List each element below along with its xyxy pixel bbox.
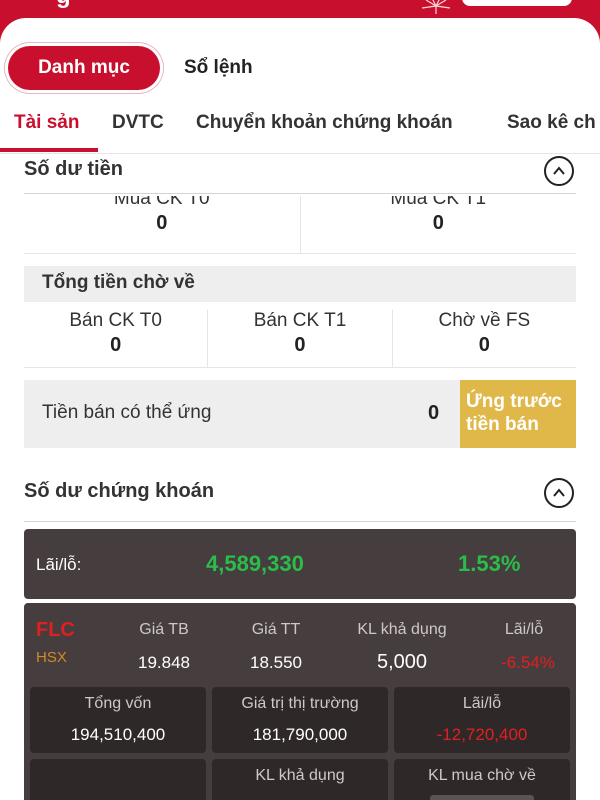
sell-t1-cell: Bán CK T1 0 bbox=[207, 310, 391, 367]
advance-label: Tiền bán có thể ứng bbox=[42, 402, 212, 423]
sell-t0-cell: Bán CK T0 0 bbox=[24, 310, 207, 367]
box-label: Lãi/lỗ bbox=[462, 695, 502, 712]
pl-percent: 1.53% bbox=[458, 551, 521, 576]
securities-balance-header[interactable]: Số dư chứng khoán bbox=[24, 474, 576, 522]
profit-loss-summary: Lãi/lỗ: 4,589,330 1.53% bbox=[24, 529, 576, 599]
box-value: 181,790,000 bbox=[252, 725, 348, 744]
advance-value: 0 bbox=[428, 402, 440, 424]
available-qty-value: 5,000 bbox=[376, 651, 428, 673]
firework-icon bbox=[421, 0, 451, 14]
stock-symbol: FLC bbox=[36, 619, 75, 641]
header-pill[interactable] bbox=[462, 0, 572, 6]
chevron-up-icon[interactable] bbox=[544, 156, 574, 186]
box-label: Giá trị thị trường bbox=[241, 695, 359, 712]
col-header-avg-price: Giá TB bbox=[139, 621, 189, 638]
subtab-tai-san[interactable]: Tài sản bbox=[14, 112, 79, 134]
box-label: KL khả dụng bbox=[255, 767, 345, 784]
header-title: g bbox=[56, 0, 71, 10]
box-value: 194,510,400 bbox=[70, 725, 166, 744]
tab-so-lenh[interactable]: Sổ lệnh bbox=[184, 57, 253, 79]
holding-card[interactable]: FLC HSX Giá TB Giá TT KL khả dụng Lãi/lỗ… bbox=[24, 603, 576, 800]
advance-row: Tiền bán có thể ứng 0 Ứng trước tiền bán bbox=[24, 380, 576, 448]
cell-label: Mua CK T1 bbox=[390, 196, 487, 209]
market-value-box: Giá trị thị trường 181,790,000 bbox=[212, 687, 388, 753]
subtab-chuyen-khoan[interactable]: Chuyển khoản chứng khoán bbox=[196, 112, 453, 134]
box-value: -12,720,400 bbox=[436, 725, 528, 744]
avg-price-value: 19.848 bbox=[138, 653, 190, 672]
col-header-market-price: Giá TT bbox=[251, 621, 301, 638]
stock-exchange: HSX bbox=[36, 649, 67, 666]
pending-buy-chip bbox=[430, 795, 534, 800]
profit-loss-value: -6.54% bbox=[501, 653, 555, 672]
subtab-sao-ke[interactable]: Sao kê ch bbox=[507, 112, 596, 134]
cell-label: Bán CK T0 bbox=[69, 310, 162, 331]
buy-t1-cell: Mua CK T1 0 bbox=[299, 196, 577, 253]
cash-balance-header[interactable]: Số dư tiền bbox=[24, 152, 576, 194]
cell-value: 0 bbox=[110, 334, 122, 356]
cell-value: 0 bbox=[156, 212, 168, 234]
advance-button-line2: tiền bán bbox=[466, 414, 539, 435]
cell-value: 0 bbox=[478, 334, 490, 356]
col-header-profit-loss: Lãi/lỗ bbox=[504, 621, 544, 638]
order-tab-bar: Danh mục Sổ lệnh bbox=[8, 46, 253, 90]
advance-button-line1: Ứng trước bbox=[466, 391, 562, 412]
empty-box bbox=[30, 759, 206, 800]
pl-label: Lãi/lỗ: bbox=[36, 555, 82, 574]
market-price-value: 18.550 bbox=[250, 653, 302, 672]
chevron-up-icon[interactable] bbox=[544, 478, 574, 508]
section-title: Số dư tiền bbox=[24, 158, 123, 180]
buy-pending-grid: Mua CK T0 0 Mua CK T1 0 bbox=[24, 196, 576, 254]
cell-value: 0 bbox=[294, 334, 306, 356]
tab-danh-muc[interactable]: Danh mục bbox=[8, 46, 160, 90]
pending-cash-title: Tổng tiền chờ về bbox=[24, 266, 576, 302]
section-title: Số dư chứng khoán bbox=[24, 480, 215, 502]
box-label: Tổng vốn bbox=[84, 695, 152, 712]
total-capital-box: Tổng vốn 194,510,400 bbox=[30, 687, 206, 753]
available-qty-box: KL khả dụng bbox=[212, 759, 388, 800]
pl-amount: 4,589,330 bbox=[206, 551, 304, 576]
box-label: KL mua chờ về bbox=[428, 767, 536, 784]
buy-t0-cell: Mua CK T0 0 bbox=[24, 196, 300, 253]
pending-cash-grid: Bán CK T0 0 Bán CK T1 0 Chờ về FS 0 bbox=[24, 302, 576, 368]
pending-title-text: Tổng tiền chờ về bbox=[42, 272, 195, 293]
cell-value: 0 bbox=[432, 212, 444, 234]
cell-label: Chờ về FS bbox=[438, 310, 531, 331]
advance-sale-button[interactable]: Ứng trước tiền bán bbox=[460, 380, 576, 448]
asset-sub-tabs: Tài sản DVTC Chuyển khoản chứng khoán Sa… bbox=[0, 96, 600, 154]
cell-label: Mua CK T0 bbox=[113, 196, 210, 209]
pending-buy-qty-box: KL mua chờ về bbox=[394, 759, 570, 800]
cell-label: Bán CK T1 bbox=[253, 310, 347, 331]
fs-pending-cell: Chờ về FS 0 bbox=[391, 310, 576, 367]
profit-loss-box: Lãi/lỗ -12,720,400 bbox=[394, 687, 570, 753]
subtab-dvtc[interactable]: DVTC bbox=[112, 112, 164, 134]
col-header-available-qty: KL khả dụng bbox=[357, 621, 447, 638]
